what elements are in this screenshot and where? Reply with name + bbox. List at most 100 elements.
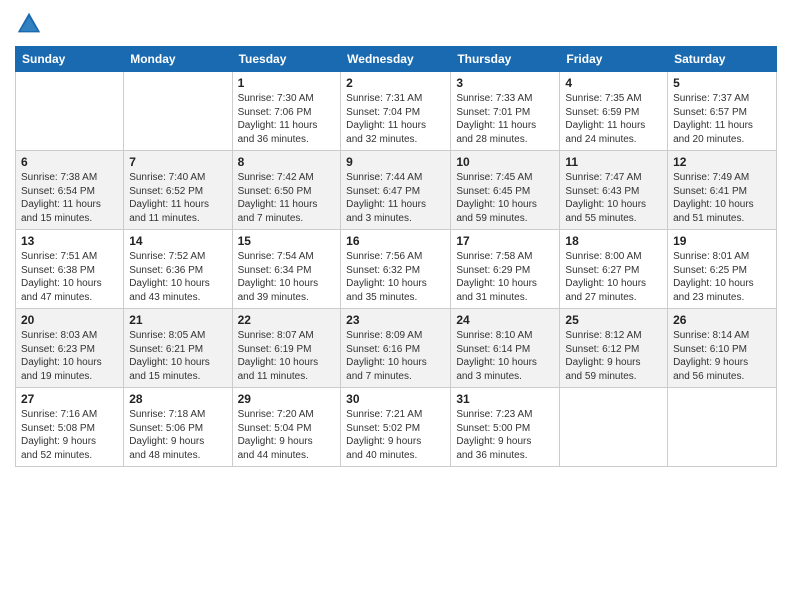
day-content: Sunrise: 7:58 AMSunset: 6:29 PMDaylight:… [456, 250, 554, 304]
day-content: Sunrise: 8:03 AMSunset: 6:23 PMDaylight:… [21, 329, 118, 383]
calendar-cell [16, 72, 124, 151]
calendar-cell: 15 Sunrise: 7:54 AMSunset: 6:34 PMDayligh… [232, 230, 341, 309]
day-number: 27 [21, 392, 118, 406]
day-content: Sunrise: 7:40 AMSunset: 6:52 PMDaylight:… [129, 171, 226, 225]
day-content: Sunrise: 7:49 AMSunset: 6:41 PMDaylight:… [673, 171, 771, 225]
day-content: Sunrise: 7:37 AMSunset: 6:57 PMDaylight:… [673, 92, 771, 146]
calendar-cell: 24 Sunrise: 8:10 AMSunset: 6:14 PMDayligh… [451, 309, 560, 388]
calendar-cell: 22 Sunrise: 8:07 AMSunset: 6:19 PMDayligh… [232, 309, 341, 388]
calendar-cell: 2 Sunrise: 7:31 AMSunset: 7:04 PMDaylight… [341, 72, 451, 151]
day-header-tuesday: Tuesday [232, 47, 341, 72]
calendar-cell: 3 Sunrise: 7:33 AMSunset: 7:01 PMDaylight… [451, 72, 560, 151]
day-content: Sunrise: 7:18 AMSunset: 5:06 PMDaylight:… [129, 408, 226, 462]
calendar-cell: 20 Sunrise: 8:03 AMSunset: 6:23 PMDayligh… [16, 309, 124, 388]
day-number: 12 [673, 155, 771, 169]
day-number: 25 [565, 313, 662, 327]
day-content: Sunrise: 7:35 AMSunset: 6:59 PMDaylight:… [565, 92, 662, 146]
day-header-monday: Monday [124, 47, 232, 72]
calendar-cell: 30 Sunrise: 7:21 AMSunset: 5:02 PMDayligh… [341, 388, 451, 467]
day-content: Sunrise: 8:01 AMSunset: 6:25 PMDaylight:… [673, 250, 771, 304]
day-content: Sunrise: 7:20 AMSunset: 5:04 PMDaylight:… [238, 408, 336, 462]
day-number: 8 [238, 155, 336, 169]
calendar-cell: 27Sunrise: 7:16 AMSunset: 5:08 PMDayligh… [16, 388, 124, 467]
calendar-cell: 6 Sunrise: 7:38 AMSunset: 6:54 PMDaylight… [16, 151, 124, 230]
calendar-cell: 12 Sunrise: 7:49 AMSunset: 6:41 PMDayligh… [668, 151, 777, 230]
day-number: 2 [346, 76, 445, 90]
calendar-cell: 29 Sunrise: 7:20 AMSunset: 5:04 PMDayligh… [232, 388, 341, 467]
day-number: 22 [238, 313, 336, 327]
calendar-cell: 31 Sunrise: 7:23 AMSunset: 5:00 PMDayligh… [451, 388, 560, 467]
day-number: 13 [21, 234, 118, 248]
day-number: 1 [238, 76, 336, 90]
day-content: Sunrise: 7:44 AMSunset: 6:47 PMDaylight:… [346, 171, 445, 225]
day-number: 15 [238, 234, 336, 248]
calendar-cell: 5 Sunrise: 7:37 AMSunset: 6:57 PMDaylight… [668, 72, 777, 151]
day-content: Sunrise: 7:54 AMSunset: 6:34 PMDaylight:… [238, 250, 336, 304]
calendar-cell: 14 Sunrise: 7:52 AMSunset: 6:36 PMDayligh… [124, 230, 232, 309]
day-number: 29 [238, 392, 336, 406]
calendar-cell: 28 Sunrise: 7:18 AMSunset: 5:06 PMDayligh… [124, 388, 232, 467]
calendar-header-row: SundayMondayTuesdayWednesdayThursdayFrid… [16, 47, 777, 72]
calendar-week-3: 13 Sunrise: 7:51 AMSunset: 6:38 PMDayligh… [16, 230, 777, 309]
logo-icon [15, 10, 43, 38]
day-number: 17 [456, 234, 554, 248]
day-number: 14 [129, 234, 226, 248]
day-content: Sunrise: 7:51 AMSunset: 6:38 PMDaylight:… [21, 250, 118, 304]
day-number: 24 [456, 313, 554, 327]
day-number: 6 [21, 155, 118, 169]
day-number: 5 [673, 76, 771, 90]
day-header-thursday: Thursday [451, 47, 560, 72]
day-number: 23 [346, 313, 445, 327]
calendar-cell: 7Sunrise: 7:40 AMSunset: 6:52 PMDaylight… [124, 151, 232, 230]
day-number: 20 [21, 313, 118, 327]
calendar-cell: 8Sunrise: 7:42 AMSunset: 6:50 PMDaylight… [232, 151, 341, 230]
logo [15, 10, 45, 38]
calendar-week-4: 20 Sunrise: 8:03 AMSunset: 6:23 PMDayligh… [16, 309, 777, 388]
calendar-table: SundayMondayTuesdayWednesdayThursdayFrid… [15, 46, 777, 467]
calendar-cell: 21Sunrise: 8:05 AMSunset: 6:21 PMDayligh… [124, 309, 232, 388]
day-content: Sunrise: 7:30 AMSunset: 7:06 PMDaylight:… [238, 92, 336, 146]
day-header-saturday: Saturday [668, 47, 777, 72]
calendar-cell [560, 388, 668, 467]
day-content: Sunrise: 7:21 AMSunset: 5:02 PMDaylight:… [346, 408, 445, 462]
calendar-week-1: 1 Sunrise: 7:30 AMSunset: 7:06 PMDaylight… [16, 72, 777, 151]
day-number: 16 [346, 234, 445, 248]
day-content: Sunrise: 8:07 AMSunset: 6:19 PMDaylight:… [238, 329, 336, 383]
day-content: Sunrise: 7:33 AMSunset: 7:01 PMDaylight:… [456, 92, 554, 146]
day-header-friday: Friday [560, 47, 668, 72]
day-number: 31 [456, 392, 554, 406]
day-content: Sunrise: 8:05 AMSunset: 6:21 PMDaylight:… [129, 329, 226, 383]
day-number: 19 [673, 234, 771, 248]
day-content: Sunrise: 7:45 AMSunset: 6:45 PMDaylight:… [456, 171, 554, 225]
day-content: Sunrise: 8:12 AMSunset: 6:12 PMDaylight:… [565, 329, 662, 383]
day-content: Sunrise: 8:10 AMSunset: 6:14 PMDaylight:… [456, 329, 554, 383]
day-number: 30 [346, 392, 445, 406]
day-content: Sunrise: 7:38 AMSunset: 6:54 PMDaylight:… [21, 171, 118, 225]
calendar-cell: 26Sunrise: 8:14 AMSunset: 6:10 PMDayligh… [668, 309, 777, 388]
calendar-cell: 25 Sunrise: 8:12 AMSunset: 6:12 PMDayligh… [560, 309, 668, 388]
calendar-cell: 9 Sunrise: 7:44 AMSunset: 6:47 PMDaylight… [341, 151, 451, 230]
calendar-week-2: 6 Sunrise: 7:38 AMSunset: 6:54 PMDaylight… [16, 151, 777, 230]
day-number: 4 [565, 76, 662, 90]
calendar-cell: 10 Sunrise: 7:45 AMSunset: 6:45 PMDayligh… [451, 151, 560, 230]
calendar-cell [668, 388, 777, 467]
calendar-week-5: 27Sunrise: 7:16 AMSunset: 5:08 PMDayligh… [16, 388, 777, 467]
day-content: Sunrise: 7:23 AMSunset: 5:00 PMDaylight:… [456, 408, 554, 462]
day-content: Sunrise: 7:52 AMSunset: 6:36 PMDaylight:… [129, 250, 226, 304]
day-number: 11 [565, 155, 662, 169]
day-content: Sunrise: 7:31 AMSunset: 7:04 PMDaylight:… [346, 92, 445, 146]
day-content: Sunrise: 8:14 AMSunset: 6:10 PMDaylight:… [673, 329, 771, 383]
day-number: 18 [565, 234, 662, 248]
day-header-sunday: Sunday [16, 47, 124, 72]
calendar-cell: 13 Sunrise: 7:51 AMSunset: 6:38 PMDayligh… [16, 230, 124, 309]
calendar-cell: 17 Sunrise: 7:58 AMSunset: 6:29 PMDayligh… [451, 230, 560, 309]
calendar-cell: 18Sunrise: 8:00 AMSunset: 6:27 PMDayligh… [560, 230, 668, 309]
day-content: Sunrise: 7:56 AMSunset: 6:32 PMDaylight:… [346, 250, 445, 304]
day-number: 3 [456, 76, 554, 90]
day-number: 28 [129, 392, 226, 406]
calendar-cell: 4 Sunrise: 7:35 AMSunset: 6:59 PMDaylight… [560, 72, 668, 151]
calendar-cell: 23Sunrise: 8:09 AMSunset: 6:16 PMDayligh… [341, 309, 451, 388]
day-header-wednesday: Wednesday [341, 47, 451, 72]
day-number: 9 [346, 155, 445, 169]
day-number: 10 [456, 155, 554, 169]
